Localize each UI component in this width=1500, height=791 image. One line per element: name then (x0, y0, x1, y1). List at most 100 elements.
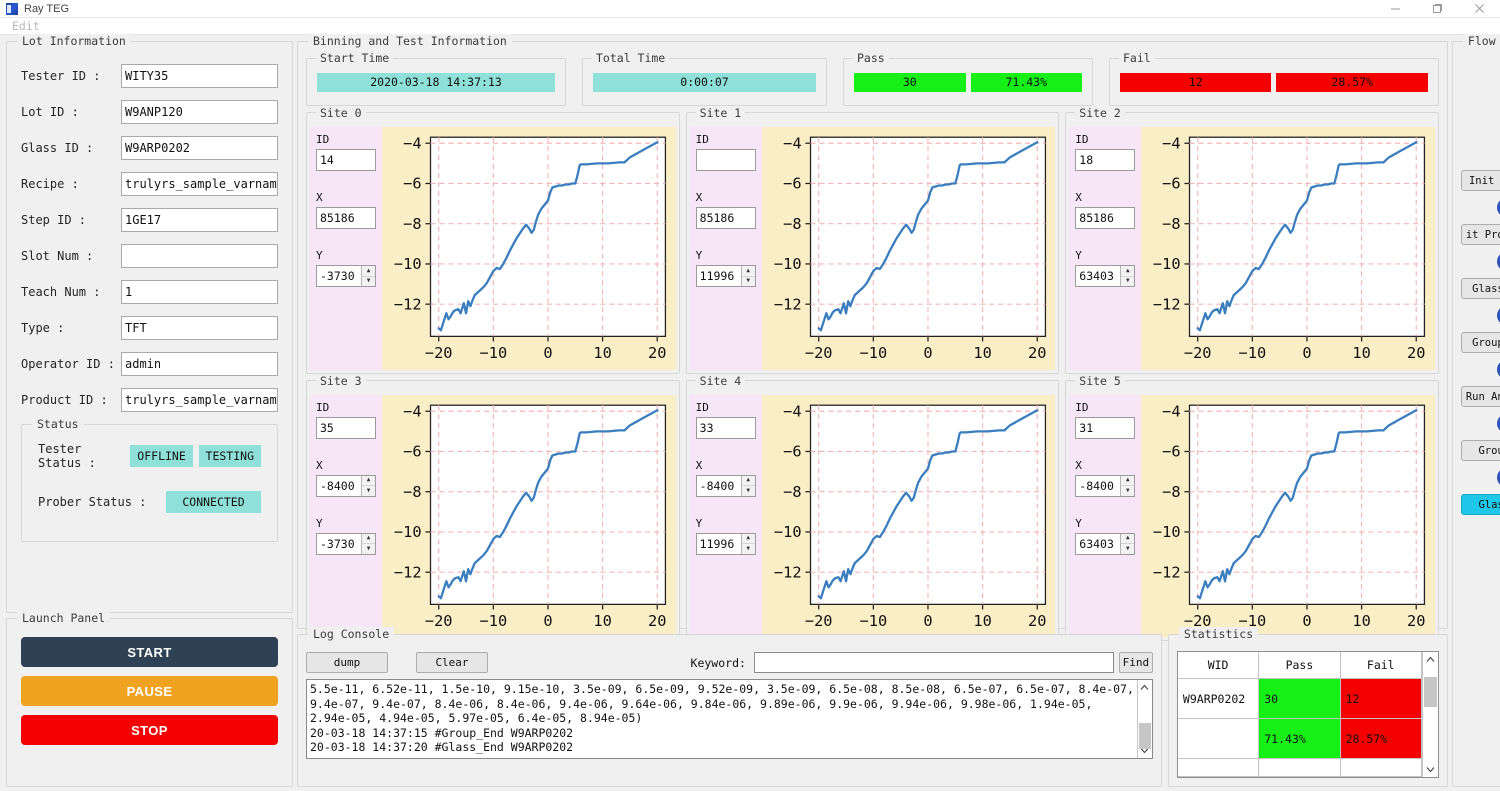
site-x-input-1[interactable]: 85186 (696, 207, 756, 229)
svg-text:−10: −10 (394, 255, 422, 273)
field-step-id: Step ID : 1GE17 (21, 208, 278, 232)
spinner-control[interactable]: ▲▼ (1120, 266, 1134, 286)
recipe-input[interactable]: trulyrs_sample_varname (121, 172, 278, 196)
site-id-input-4[interactable]: 33 (696, 417, 756, 439)
flow-step-button-3[interactable]: Group Begin (1461, 332, 1500, 353)
clear-button[interactable]: Clear (416, 652, 488, 673)
stop-button[interactable]: STOP (21, 715, 278, 745)
spinner-up-icon[interactable]: ▲ (362, 476, 375, 487)
log-text-area[interactable]: 5.5e-11, 6.52e-11, 1.5e-10, 9.15e-10, 3.… (306, 679, 1153, 759)
site-x-input-5[interactable]: -8400▲▼ (1075, 475, 1135, 497)
step-id-input[interactable]: 1GE17 (121, 208, 278, 232)
scroll-thumb[interactable] (1424, 677, 1437, 707)
site-id-input-3[interactable]: 35 (316, 417, 376, 439)
spinner-up-icon[interactable]: ▲ (1121, 266, 1134, 277)
site-x-input-0[interactable]: 85186 (316, 207, 376, 229)
site-y-input-4[interactable]: 11996▲▼ (696, 533, 756, 555)
spinner-control[interactable]: ▲▼ (741, 266, 755, 286)
spinner-control[interactable]: ▲▼ (741, 476, 755, 496)
spinner-up-icon[interactable]: ▲ (362, 266, 375, 277)
product-id-input[interactable]: trulyrs_sample_varname (121, 388, 278, 412)
tester-id-input[interactable]: WITY35 (121, 64, 278, 88)
table-row[interactable]: 71.43% 28.57% (1178, 719, 1422, 759)
keyword-input[interactable] (754, 652, 1114, 673)
lot-information-panel: Lot Information Tester ID : WITY35 Lot I… (6, 41, 293, 613)
cell-pass: 71.43% (1259, 719, 1340, 759)
type-input[interactable]: TFT (121, 316, 278, 340)
spinner-control[interactable]: ▲▼ (361, 266, 375, 286)
scroll-down-icon[interactable] (1423, 762, 1438, 777)
close-icon[interactable] (1458, 0, 1500, 18)
site-x-input-3[interactable]: -8400▲▼ (316, 475, 376, 497)
teach-num-input[interactable]: 1 (121, 280, 278, 304)
site-id-label: ID (316, 133, 376, 146)
spinner-down-icon[interactable]: ▼ (1121, 277, 1134, 287)
spinner-up-icon[interactable]: ▲ (1121, 476, 1134, 487)
operator-id-input[interactable]: admin (121, 352, 278, 376)
lot-id-input[interactable]: W9ANP120 (121, 100, 278, 124)
scroll-track[interactable] (1423, 667, 1438, 762)
pass-count: 30 (854, 73, 966, 92)
spinner-up-icon[interactable]: ▲ (742, 476, 755, 487)
flow-step-button-2[interactable]: Glass Begin (1461, 278, 1500, 299)
spinner-up-icon[interactable]: ▲ (362, 534, 375, 545)
flow-step-button-1[interactable]: it Prober Rea (1461, 224, 1500, 245)
minimize-icon[interactable] (1374, 0, 1416, 18)
svg-text:0: 0 (923, 612, 932, 630)
spinner-control[interactable]: ▲▼ (741, 534, 755, 554)
window-controls (1374, 0, 1500, 18)
flow-step-button-6[interactable]: Glass End (1461, 494, 1500, 515)
site-y-value: -3730 (320, 269, 361, 283)
scroll-up-icon[interactable] (1423, 652, 1438, 667)
site-id-input-1[interactable] (696, 149, 756, 171)
site-x-input-2[interactable]: 85186 (1075, 207, 1135, 229)
site-y-input-0[interactable]: -3730▲▼ (316, 265, 376, 287)
site-y-input-5[interactable]: 63403▲▼ (1075, 533, 1135, 555)
scroll-track[interactable] (1138, 695, 1152, 743)
spinner-down-icon[interactable]: ▼ (362, 544, 375, 554)
svg-text:−20: −20 (1184, 344, 1212, 362)
dump-button[interactable]: dump (306, 652, 388, 673)
spinner-down-icon[interactable]: ▼ (362, 277, 375, 287)
site-y-input-2[interactable]: 63403▲▼ (1075, 265, 1135, 287)
find-button[interactable]: Find (1119, 652, 1153, 673)
flow-step-button-4[interactable]: Run And Judge (1461, 386, 1500, 407)
spinner-down-icon[interactable]: ▼ (742, 277, 755, 287)
spinner-down-icon[interactable]: ▼ (742, 486, 755, 496)
svg-text:−10: −10 (774, 523, 802, 541)
spinner-control[interactable]: ▲▼ (361, 476, 375, 496)
spinner-up-icon[interactable]: ▲ (742, 266, 755, 277)
scroll-thumb[interactable] (1139, 723, 1151, 749)
spinner-down-icon[interactable]: ▼ (1121, 544, 1134, 554)
site-id-input-0[interactable]: 14 (316, 149, 376, 171)
spinner-up-icon[interactable]: ▲ (742, 534, 755, 545)
spinner-down-icon[interactable]: ▼ (742, 544, 755, 554)
spinner-down-icon[interactable]: ▼ (362, 486, 375, 496)
site-x-input-4[interactable]: -8400▲▼ (696, 475, 756, 497)
pause-button[interactable]: PAUSE (21, 676, 278, 706)
log-scrollbar[interactable] (1137, 680, 1152, 758)
table-row[interactable]: W9ARP0202 30 12 (1178, 679, 1422, 719)
table-row[interactable] (1178, 759, 1422, 777)
site-y-input-1[interactable]: 11996▲▼ (696, 265, 756, 287)
statistics-scrollbar[interactable] (1422, 652, 1438, 777)
flow-step-button-5[interactable]: Group End (1461, 440, 1500, 461)
menu-item-edit[interactable]: Edit (8, 19, 44, 33)
spinner-control[interactable]: ▲▼ (361, 534, 375, 554)
spinner-down-icon[interactable]: ▼ (1121, 486, 1134, 496)
spinner-up-icon[interactable]: ▲ (1121, 534, 1134, 545)
site-y-input-3[interactable]: -3730▲▼ (316, 533, 376, 555)
spinner-control[interactable]: ▲▼ (1120, 534, 1134, 554)
slot-num-input[interactable] (121, 244, 278, 268)
start-button[interactable]: START (21, 637, 278, 667)
scroll-up-icon[interactable] (1138, 680, 1152, 695)
site-id-input-2[interactable]: 18 (1075, 149, 1135, 171)
column-header-pass: Pass (1259, 652, 1340, 679)
maximize-icon[interactable] (1416, 0, 1458, 18)
site-y-label: Y (316, 249, 376, 262)
flow-step-button-0[interactable]: Init Harware (1461, 170, 1500, 191)
site-id-input-5[interactable]: 31 (1075, 417, 1135, 439)
fail-label: Fail (1119, 51, 1155, 65)
spinner-control[interactable]: ▲▼ (1120, 476, 1134, 496)
glass-id-input[interactable]: W9ARP0202 (121, 136, 278, 160)
